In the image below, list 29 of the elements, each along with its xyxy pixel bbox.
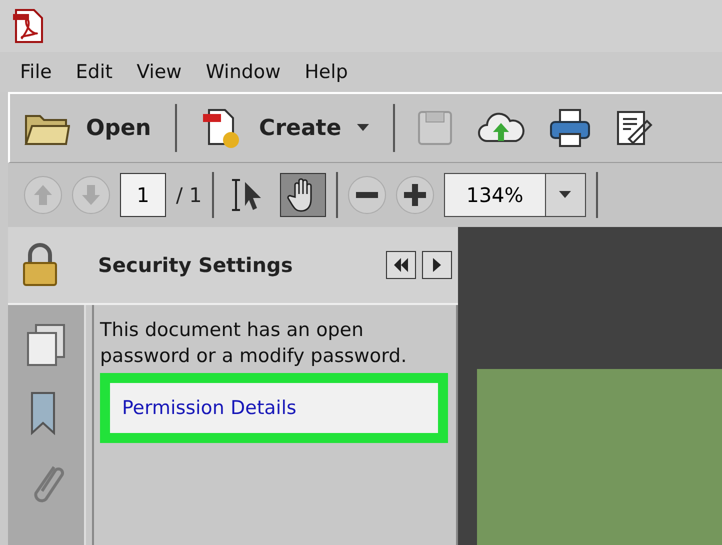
security-message: This document has an open password or a modify password. [100, 318, 408, 369]
pdf-app-icon [12, 8, 46, 44]
menu-item[interactable]: Window [194, 61, 293, 83]
panel-title: Security Settings [98, 253, 294, 277]
right-arrow-icon [432, 258, 442, 272]
dropdown-caret[interactable] [544, 174, 585, 216]
permission-details-link[interactable]: Permission Details [110, 383, 438, 433]
expand-button[interactable] [422, 251, 452, 279]
collapse-panel-button[interactable] [386, 251, 416, 279]
zoom-combo[interactable]: 134% [444, 173, 586, 217]
page-number-field[interactable]: 1 [120, 173, 166, 217]
zoom-in-button[interactable] [396, 176, 434, 214]
pages-icon[interactable] [26, 323, 66, 367]
plus-icon [404, 184, 426, 206]
zoom-out-button[interactable] [348, 176, 386, 214]
minus-icon [356, 192, 378, 198]
hand-tool-button[interactable] [280, 173, 326, 217]
padlock-icon [22, 243, 58, 287]
down-arrow-icon [81, 184, 101, 206]
menu-item[interactable]: View [124, 61, 194, 83]
create-button[interactable]: Create [187, 106, 384, 150]
menu-item[interactable]: Help [292, 61, 360, 83]
caret-icon [357, 124, 370, 132]
menu-item[interactable]: Edit [64, 61, 125, 83]
up-arrow-icon [33, 184, 53, 206]
page-count: / 1 [176, 183, 202, 207]
double-left-arrow-icon [393, 258, 409, 272]
menu-item[interactable]: File [8, 61, 64, 83]
open-button[interactable]: Open [10, 110, 166, 146]
